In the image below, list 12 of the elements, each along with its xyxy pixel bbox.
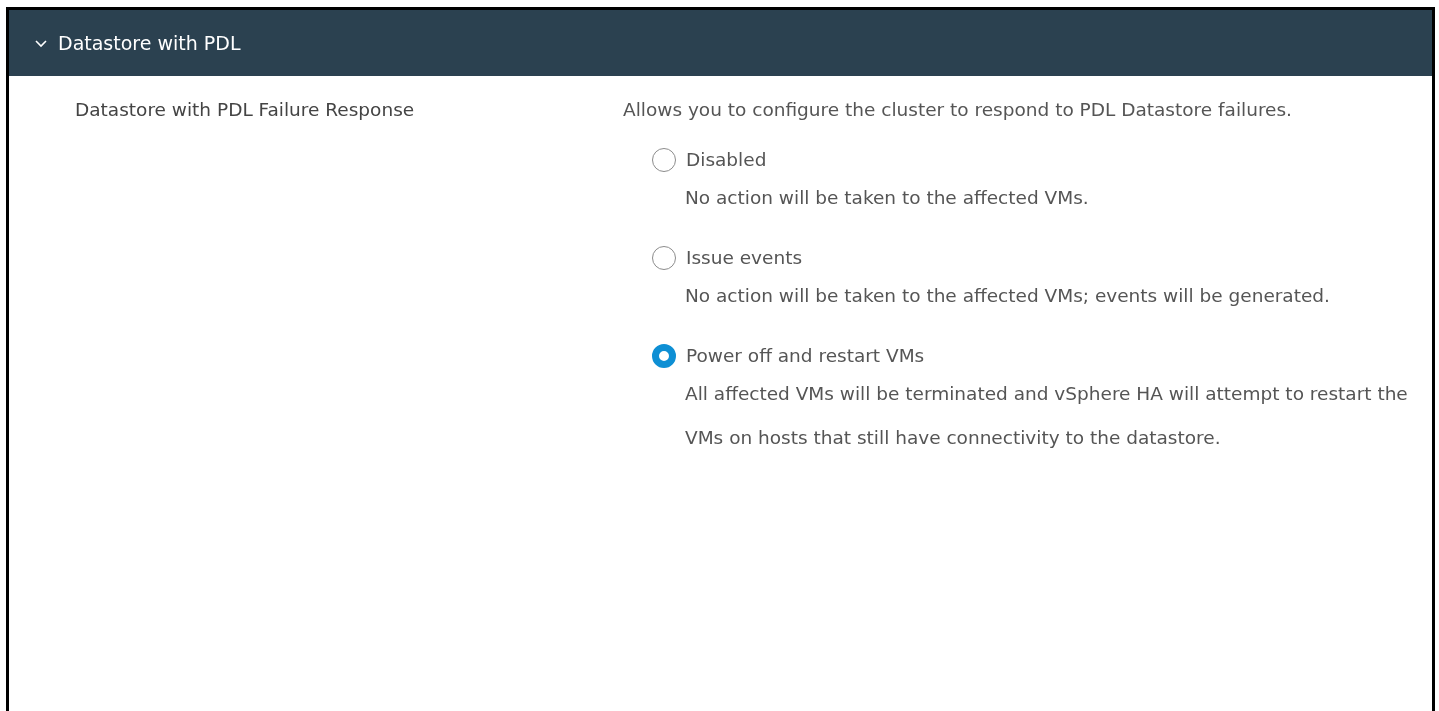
setting-label: Datastore with PDL Failure Response [75, 98, 416, 122]
setting-description: Allows you to configure the cluster to respond to PDL Datastore failures. [623, 98, 1293, 122]
radio-button[interactable] [652, 344, 676, 368]
radio-option[interactable]: Issue events [652, 242, 1423, 274]
option-description: No action will be taken to the affected VMs. [684, 186, 1090, 210]
section-header[interactable]: Datastore with PDL [9, 10, 1432, 76]
option-description: All affected VMs will be terminated and vSphere HA will attempt to restart the VMs on hosts that still have connectivity to the datastore. [684, 382, 1409, 450]
option-description: No action will be taken to the affected VMs; events will be generated. [684, 284, 1331, 308]
radio-option[interactable]: Disabled [652, 144, 1423, 176]
radio-button[interactable] [652, 246, 676, 270]
radio-button[interactable] [652, 148, 676, 172]
radio-option[interactable]: Power off and restart VMs [652, 340, 1423, 372]
